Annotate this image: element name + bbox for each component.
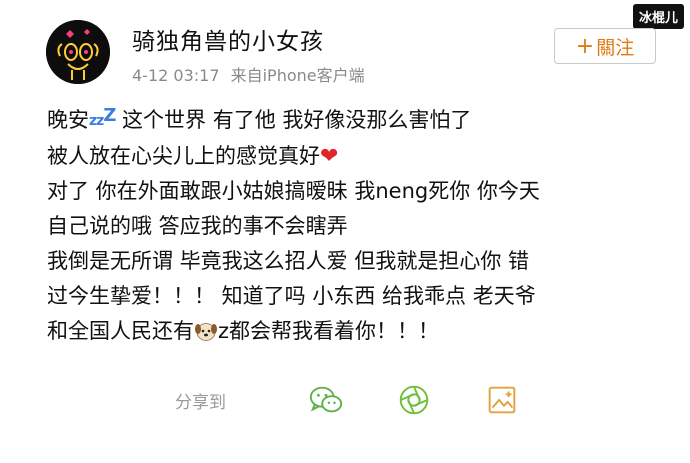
post-text: 这个世界 有了他 我好像没那么害怕了 [115, 108, 472, 132]
post-meta: 4-12 03:17 来自iPhone客户端 [132, 62, 365, 86]
dog-emoji-icon [194, 318, 218, 341]
wechat-icon[interactable] [306, 380, 346, 420]
source-client: 来自iPhone客户端 [230, 66, 365, 85]
watermark: 冰棍儿 [632, 4, 684, 29]
username[interactable]: 骑独角兽的小女孩 [132, 22, 324, 56]
follow-button[interactable]: + 關注 [554, 28, 656, 64]
post-text: 过今生挚爱！！！ 知道了吗 小东西 给我乖点 老天爷 [47, 284, 536, 308]
post-line: 对了 你在外面敢跟小姑娘搞暧昧 我neng死你 你今天 [47, 174, 657, 209]
post-line: 我倒是无所谓 毕竟我这么招人爱 但我就是担心你 错 [47, 244, 657, 279]
post-text: 自己说的哦 答应我的事不会瞎弄 [47, 214, 348, 238]
post-text: 被人放在心尖儿上的感觉真好 [47, 144, 320, 168]
share-bar: 分享到 [175, 380, 522, 420]
avatar[interactable] [46, 20, 110, 84]
post-line: 晚安zzZ 这个世界 有了他 我好像没那么害怕了 [47, 98, 657, 139]
post-line: 和全国人民还有 z都会帮我看着你！！！ [47, 314, 657, 349]
post-line: 自己说的哦 答应我的事不会瞎弄 [47, 209, 657, 244]
post-content: 晚安zzZ 这个世界 有了他 我好像没那么害怕了 被人放在心尖儿上的感觉真好❤ … [47, 98, 657, 349]
post-text: 和全国人民还有 [47, 319, 194, 343]
post-line: 被人放在心尖儿上的感觉真好❤ [47, 139, 657, 174]
post-text: z都会帮我看着你！！！ [218, 319, 440, 343]
plus-icon: + [575, 33, 595, 59]
save-image-icon[interactable] [482, 380, 522, 420]
post-text: 晚安 [47, 108, 89, 132]
sleep-zzz-icon: zzZ [89, 105, 116, 129]
post-text: 我倒是无所谓 毕竟我这么招人爱 但我就是担心你 错 [47, 249, 530, 273]
share-label: 分享到 [175, 392, 226, 413]
heart-emoji-icon: ❤ [320, 144, 339, 169]
moments-icon[interactable] [394, 380, 434, 420]
follow-label: 關注 [596, 36, 635, 59]
post-text: 对了 你在外面敢跟小姑娘搞暧昧 我neng死你 你今天 [47, 179, 540, 203]
post-line: 过今生挚爱！！！ 知道了吗 小东西 给我乖点 老天爷 [47, 279, 657, 314]
timestamp: 4-12 03:17 [132, 66, 220, 85]
